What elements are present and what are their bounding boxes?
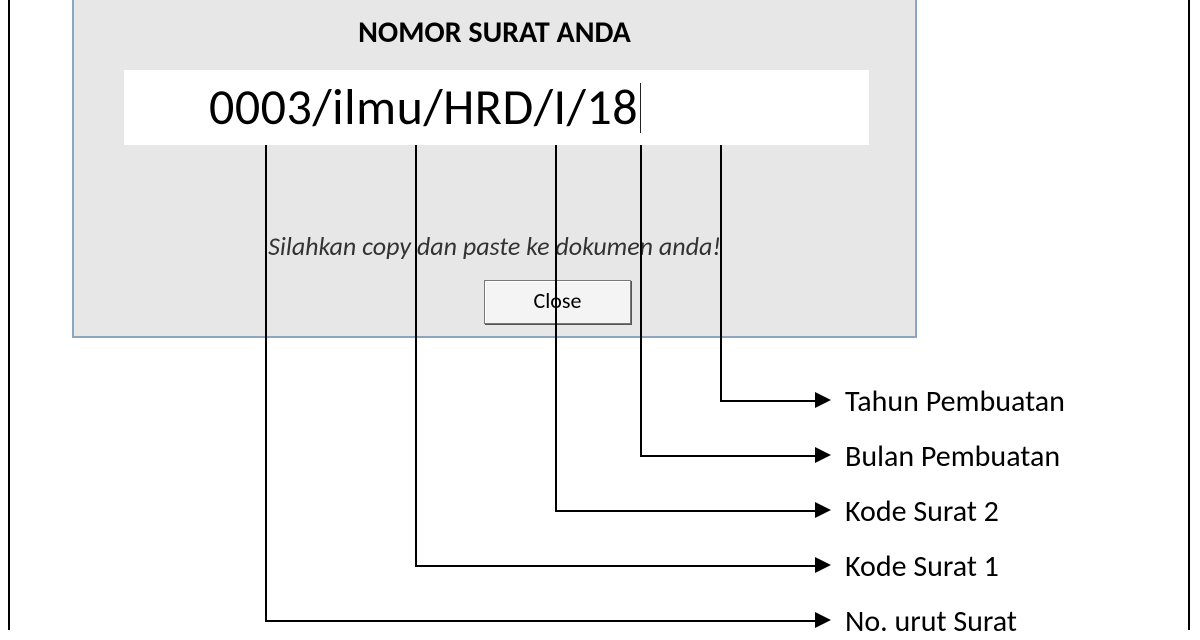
annotation-kode1: Kode Surat 1 [845,548,999,585]
connector-line [265,145,267,622]
helper-text: Silahkan copy dan paste ke dokumen anda! [74,230,915,262]
connector-line [265,620,815,622]
letter-number-value: 0003/ilmu/HRD/I/18 [209,77,638,138]
connector-line [640,455,815,457]
annotation-bulan: Bulan Pembuatan [845,438,1060,475]
connector-line [415,145,417,565]
arrow-right-icon [815,557,831,573]
close-button[interactable]: Close [484,280,631,324]
arrow-right-icon [815,612,831,628]
text-cursor-icon [640,83,641,133]
annotation-tahun: Tahun Pembuatan [845,383,1065,420]
connector-line [555,510,815,512]
connector-line [640,145,642,455]
connector-line [415,565,815,567]
arrow-right-icon [815,392,831,408]
letter-number-field[interactable]: 0003/ilmu/HRD/I/18 [124,70,869,145]
connector-line [720,145,722,400]
dialog-title: NOMOR SURAT ANDA [74,14,915,51]
connector-line [720,400,815,402]
annotation-kode2: Kode Surat 2 [845,493,999,530]
arrow-right-icon [815,502,831,518]
letter-number-dialog: NOMOR SURAT ANDA 0003/ilmu/HRD/I/18 Sila… [72,0,917,338]
arrow-right-icon [815,447,831,463]
connector-line [555,145,557,510]
annotation-no-urut: No. urut Surat [845,603,1017,640]
